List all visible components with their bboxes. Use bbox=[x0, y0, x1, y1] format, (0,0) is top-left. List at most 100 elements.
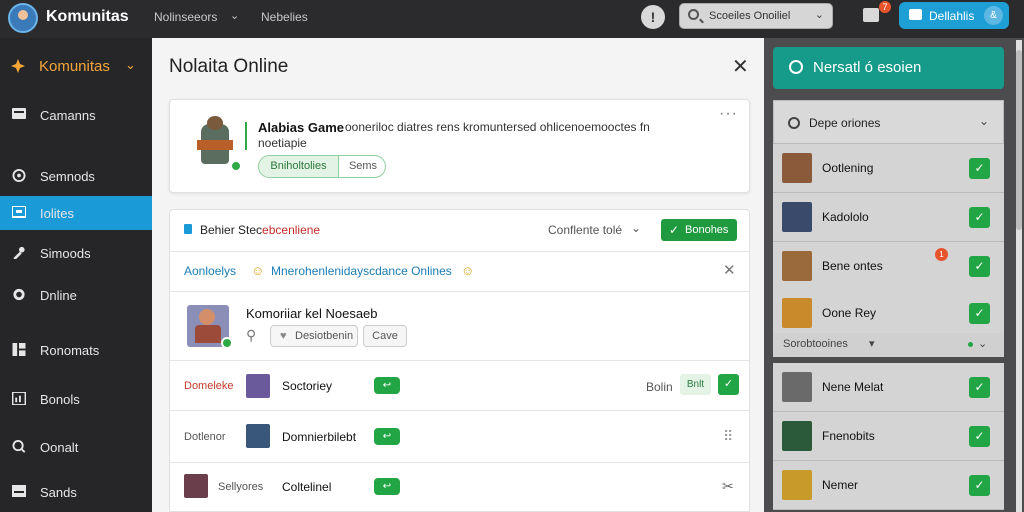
message-icon bbox=[12, 108, 26, 119]
more-options-icon[interactable]: ··· bbox=[719, 105, 738, 123]
sidebar-item-semnods[interactable]: Semnods bbox=[0, 159, 152, 193]
sidebar-brand[interactable]: Komunitas bbox=[39, 58, 110, 75]
chevron-down-icon[interactable]: ⌄ bbox=[631, 221, 641, 235]
confirm-button-label: Bonohes bbox=[685, 224, 729, 236]
status-dot bbox=[968, 342, 973, 347]
filter-dropdown[interactable]: Conflente tolé bbox=[548, 223, 622, 237]
sidebar-item-dnline[interactable]: Dnline bbox=[0, 278, 152, 312]
online-status-dot bbox=[221, 337, 233, 349]
row-action-tag[interactable]: Bnlt bbox=[680, 374, 711, 395]
dashboard-button[interactable]: Dellahlis & bbox=[899, 2, 1009, 29]
emoji-icon: ☺ bbox=[461, 263, 475, 278]
drag-handle-icon[interactable]: ⠿ bbox=[723, 428, 733, 445]
notification-icon[interactable] bbox=[863, 8, 879, 22]
search-value: Scoeiles Onoiliel bbox=[709, 10, 791, 22]
sidebar-item-oonalt[interactable]: Oonalt bbox=[0, 430, 152, 464]
check-icon[interactable]: ✓ bbox=[969, 158, 990, 179]
friend-item[interactable]: Kadololo ✓ bbox=[773, 193, 1004, 242]
friend-item[interactable]: Ootlening ✓ bbox=[773, 144, 1004, 193]
check-icon[interactable]: ✓ bbox=[969, 303, 990, 324]
chevron-down-icon[interactable]: ⌄ bbox=[230, 9, 239, 22]
status-pill[interactable]: ↩ bbox=[374, 377, 400, 394]
friend-name: Nene Melat bbox=[822, 380, 884, 394]
chevron-down-icon[interactable]: ⌄ bbox=[125, 57, 136, 73]
info-button[interactable]: ! bbox=[641, 5, 665, 29]
featured-tag-2[interactable]: Cave bbox=[363, 325, 407, 347]
check-icon[interactable]: ✓ bbox=[969, 256, 990, 277]
app-title: Komunitas bbox=[46, 8, 129, 25]
sidebar-item-iolites[interactable]: Iolites bbox=[0, 196, 160, 230]
confirm-button[interactable]: ✓ Bonohes bbox=[661, 219, 737, 241]
game-thumbnail[interactable] bbox=[189, 114, 243, 176]
user-icon[interactable]: & bbox=[984, 6, 1003, 25]
sidebar-item-sands[interactable]: Sands bbox=[0, 475, 152, 509]
user-avatar[interactable] bbox=[8, 3, 38, 33]
dashboard-button-label: Dellahlis bbox=[929, 9, 975, 23]
row-name[interactable]: Soctoriey bbox=[282, 379, 332, 393]
divider bbox=[170, 360, 749, 361]
inbox-icon bbox=[909, 9, 922, 20]
scrollbar[interactable] bbox=[1016, 40, 1022, 512]
friend-item[interactable]: Nemer ✓ bbox=[773, 461, 1004, 510]
create-session-label: Nersatl ó esoien bbox=[813, 59, 922, 76]
row-thumbnail[interactable] bbox=[246, 374, 270, 398]
chevron-down-icon: ⌄ bbox=[978, 114, 989, 128]
avatar bbox=[782, 372, 812, 402]
globe-icon bbox=[788, 117, 800, 129]
status-pill[interactable]: ↩ bbox=[374, 428, 400, 445]
game-description: ooneriloc diatres rens kromuntersed ohli… bbox=[345, 120, 650, 134]
check-icon[interactable]: ✓ bbox=[718, 374, 739, 395]
notification-badge: 1 bbox=[935, 248, 948, 261]
divider bbox=[170, 410, 749, 411]
sidebar-item-simoods[interactable]: Simoods bbox=[0, 236, 152, 270]
check-icon: ✓ bbox=[669, 223, 680, 237]
friend-name: Fnenobits bbox=[822, 429, 875, 443]
main-panel: Nolaita Online ✕ Alabias Game ooneriloc … bbox=[152, 38, 764, 512]
list-icon bbox=[184, 224, 192, 234]
notification-badge: 7 bbox=[879, 1, 891, 13]
online-friends-header[interactable]: Depe oriones ⌄ bbox=[773, 100, 1004, 144]
nav-menu-1[interactable]: Nolinseeors bbox=[154, 10, 217, 24]
list-title: Behier Stecebcenliene bbox=[200, 223, 321, 237]
nav-menu-2[interactable]: Nebelies bbox=[261, 10, 308, 24]
friend-item[interactable]: Fnenobits ✓ bbox=[773, 412, 1004, 461]
check-icon[interactable]: ✓ bbox=[969, 475, 990, 496]
sidebar-item-bonols[interactable]: Bonols bbox=[0, 382, 152, 416]
friend-item[interactable]: Oone Rey ✓ bbox=[773, 289, 1004, 338]
sidebar-item-ronomats[interactable]: Ronomats bbox=[0, 333, 152, 367]
tag-active[interactable]: Bniholtolies bbox=[259, 156, 339, 177]
friend-name: Nemer bbox=[822, 478, 859, 492]
row-name[interactable]: Coltelinel bbox=[282, 480, 331, 494]
avatar bbox=[782, 298, 812, 328]
avatar bbox=[782, 421, 812, 451]
globe-icon bbox=[13, 288, 25, 301]
link-icon[interactable]: ⚲ bbox=[246, 327, 256, 344]
tag-other[interactable]: Sems bbox=[340, 156, 385, 177]
friend-item[interactable]: Bene ontes 1 ✓ bbox=[773, 242, 1004, 291]
check-icon[interactable]: ✓ bbox=[969, 377, 990, 398]
row-thumbnail[interactable] bbox=[184, 474, 208, 498]
row-thumbnail[interactable] bbox=[246, 424, 270, 448]
check-icon[interactable]: ✓ bbox=[969, 207, 990, 228]
friend-item[interactable]: Nene Melat ✓ bbox=[773, 363, 1004, 412]
status-pill[interactable]: ↩ bbox=[374, 478, 400, 495]
sidebar-item-camanns[interactable]: Camanns bbox=[0, 98, 152, 132]
offline-subheader[interactable]: Sorobtooines ▾ ⌄ bbox=[773, 333, 1004, 357]
search-dropdown[interactable]: Scoeiles Onoiliel ⌄ bbox=[679, 3, 833, 29]
heart-icon: ♥ bbox=[280, 330, 287, 342]
tools-icon[interactable]: ✂ bbox=[722, 478, 734, 495]
offline-label: Sorobtooines bbox=[783, 338, 848, 350]
top-bar: Komunitas Nolinseeors ⌄ Nebelies ! Scoei… bbox=[0, 0, 1024, 38]
featured-tag-1[interactable]: ♥ Desiotbenin bbox=[270, 325, 358, 347]
divider bbox=[170, 291, 749, 292]
create-session-button[interactable]: Nersatl ó esoien bbox=[773, 47, 1004, 89]
close-icon[interactable]: ✕ bbox=[732, 54, 749, 79]
close-icon[interactable]: ✕ bbox=[723, 261, 736, 279]
scrollbar-thumb[interactable] bbox=[1016, 50, 1022, 230]
sidebar-item-label: Ronomats bbox=[40, 343, 100, 358]
row-label: Dotlenor bbox=[184, 431, 226, 443]
row-name[interactable]: Domnierbilebt bbox=[282, 430, 356, 444]
right-panel: Nersatl ó esoien Depe oriones ⌄ Ootlenin… bbox=[764, 38, 1024, 512]
check-icon[interactable]: ✓ bbox=[969, 426, 990, 447]
friend-name: Kadololo bbox=[822, 210, 869, 224]
